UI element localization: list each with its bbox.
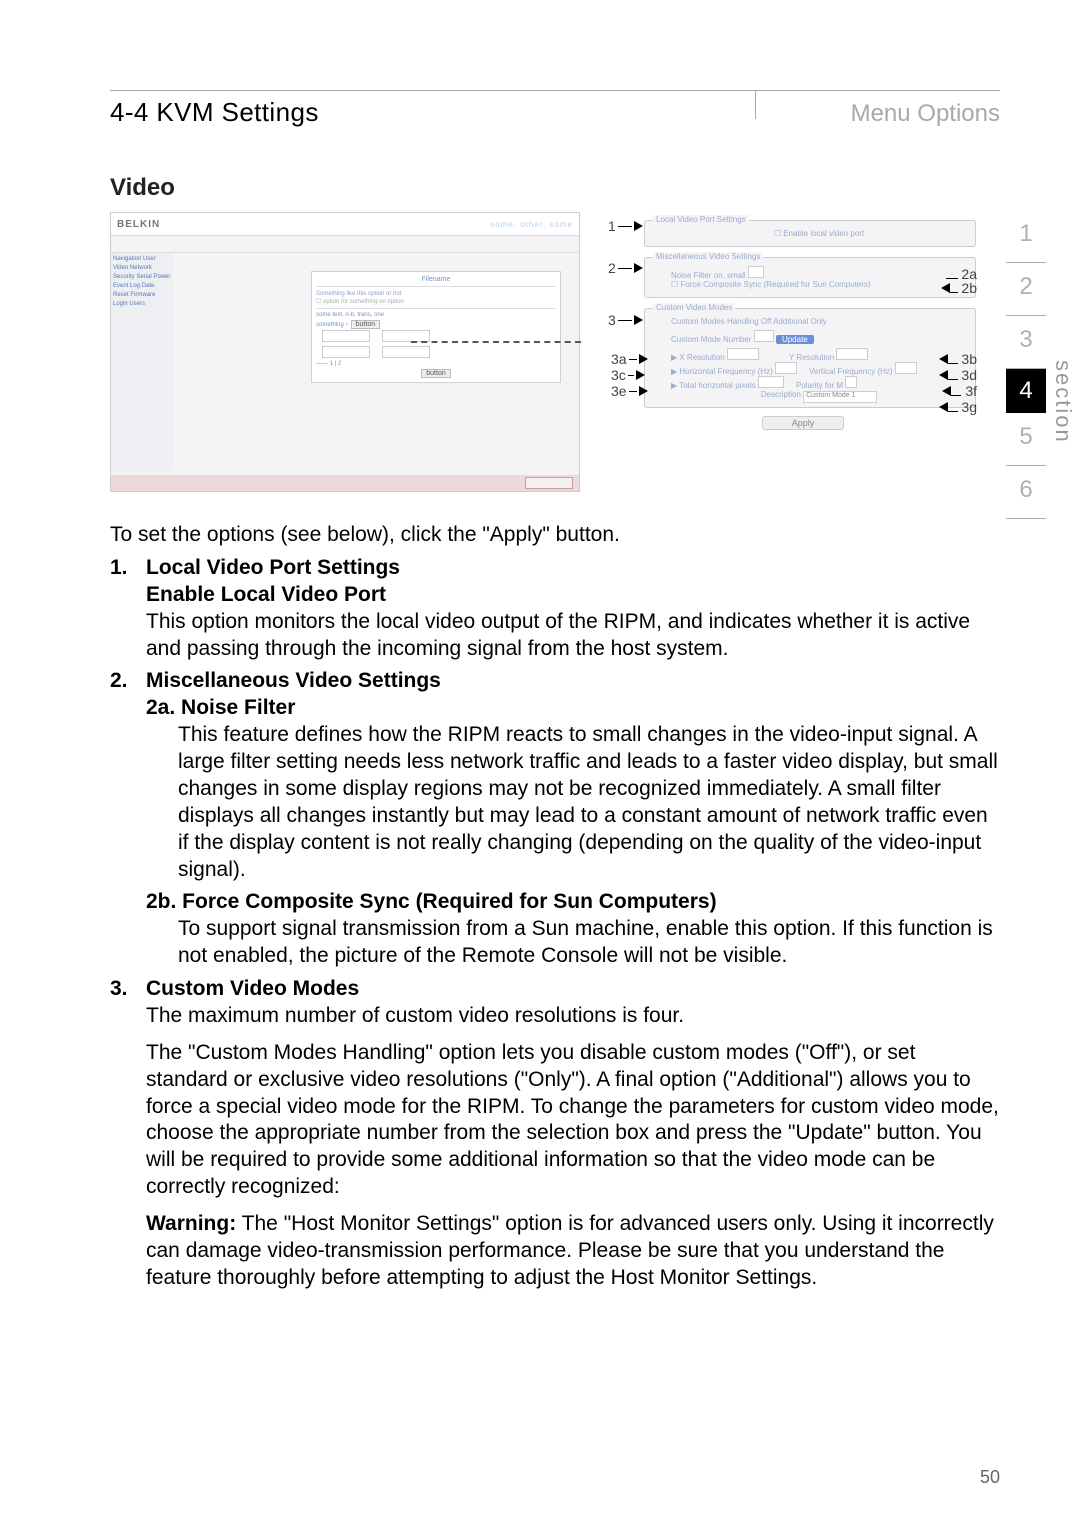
arrow-right-icon [634,315,643,325]
group3-title: Custom Video Modes [653,303,735,312]
breadcrumb: Menu Options [839,100,1000,128]
total-pixels-label: Total horizontal pixels [679,381,755,390]
callout-3g: 3g [961,399,977,415]
section-name: KVM Settings [156,97,318,127]
callout-1: 1 [608,218,616,234]
description-value[interactable]: Custom Mode 1 [803,391,877,403]
section-title: 4-4 KVM Settings [110,97,319,128]
panel-title: Filename [316,276,556,283]
item1-title: Local Video Port Settings [146,556,400,579]
item3-body1: The maximum number of custom video resol… [110,1003,1000,1030]
custom-handling-label: Custom Modes Handling Off Additional Onl… [671,317,827,326]
callout-3: 3 [608,312,616,328]
section-nav: 1 2 3 4 5 6 section [996,210,1056,519]
arrow-left-icon [942,386,951,396]
item2-title: Miscellaneous Video Settings [146,669,441,692]
arrow-right-icon [636,370,645,380]
arrow-right-icon [639,354,648,364]
callout-2: 2 [608,260,616,276]
description-label: Description [761,390,801,399]
arrow-right-icon [634,263,643,273]
apply-button-small[interactable]: button [421,369,450,378]
nav-item-5[interactable]: 5 [1006,413,1046,466]
callout-2b: 2b [961,280,977,296]
callout-3e: 3e [611,383,627,399]
warning-body: The "Host Monitor Settings" option is fo… [146,1212,994,1289]
item2-number: 2. [110,668,128,695]
section-number: 4-4 [110,97,149,127]
item2a-title: 2a. Noise Filter [146,696,295,719]
arrow-right-icon [634,221,643,231]
nav-item-3[interactable]: 3 [1006,316,1046,369]
arrow-left-icon [939,402,948,412]
nav-item-4[interactable]: 4 [1006,369,1046,413]
nav-item-2[interactable]: 2 [1006,263,1046,316]
top-links: some, other, some [490,220,573,229]
section-label: section [1050,360,1076,444]
v-freq-label: Vertical Frequency (Hz) [809,367,893,376]
item3-body2: The "Custom Modes Handling" option lets … [110,1040,1000,1201]
item2b-body: To support signal transmission from a Su… [110,916,1000,970]
connector-dashed-line [411,341,581,343]
polarity-label: Polarity for M [796,381,843,390]
screenshot-right-annotations: 1 Local Video Port Settings ☐ Enable loc… [608,212,998,430]
item1-sub: Enable Local Video Port [146,583,386,606]
h-freq-label: Horizontal Frequency (Hz) [679,367,772,376]
custom-mode-number: Custom Mode Number [671,335,751,344]
panel-text1: Something like this option or not [316,290,556,298]
arrow-left-icon [941,283,950,293]
group1-title: Local Video Port Settings [653,215,749,224]
arrow-left-icon [939,370,948,380]
item2b-title: 2b. Force Composite Sync (Required for S… [146,890,717,913]
callout-3b: 3b [961,351,977,367]
item2a-body: This feature defines how the RIPM reacts… [110,722,1000,883]
force-composite-label[interactable]: Force Composite Sync (Required for Sun C… [680,280,870,289]
nav-item-1[interactable]: 1 [1006,210,1046,263]
body-text: To set the options (see below), click th… [110,522,1000,1292]
callout-3a: 3a [611,351,627,367]
noise-filter-label: Noise Filter on, small [671,271,746,280]
sidebar-nav: Navigation User Video Network Security S… [111,253,173,471]
arrow-left-icon [939,354,948,364]
update-button[interactable]: button [351,320,380,329]
screenshot-left-panel: BELKIN some, other, some Navigation User… [110,212,580,492]
y-resolution-label: Y Resolution [789,353,834,362]
apply-button[interactable]: Apply [762,416,844,430]
callout-3f: 3f [965,383,977,399]
nav-item-6[interactable]: 6 [1006,466,1046,519]
enable-local-video-checkbox[interactable]: Enable local video port [783,229,864,238]
settings-panel: Filename Something like this option or n… [311,271,561,383]
item1-number: 1. [110,555,128,582]
update-button[interactable]: Update [776,335,814,344]
group2-title: Miscellaneous Video Settings [653,252,763,261]
item1-body: This option monitors the local video out… [110,609,1000,663]
callout-3d: 3d [961,367,977,383]
page-number: 50 [980,1467,1000,1488]
page-header: 4-4 KVM Settings Menu Options [110,90,1000,128]
intro-text: To set the options (see below), click th… [110,522,1000,549]
brand-label: BELKIN [117,219,160,230]
x-resolution-label: X Resolution [679,353,724,362]
warning-label: Warning: [146,1212,236,1235]
arrow-right-icon [639,386,648,396]
item3-title: Custom Video Modes [146,977,359,1000]
figure-container: BELKIN some, other, some Navigation User… [110,212,1000,492]
item3-number: 3. [110,976,128,1003]
callout-3c: 3c [611,367,626,383]
subheading-video: Video [110,174,1000,202]
